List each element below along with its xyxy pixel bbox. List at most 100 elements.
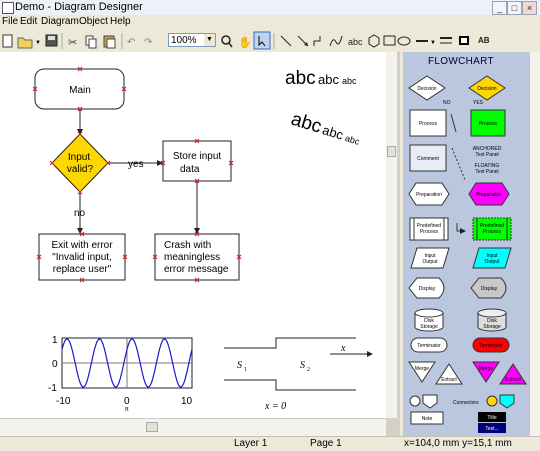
svg-text:✋: ✋	[238, 36, 252, 49]
palette-process-colored-label: Process	[479, 121, 498, 127]
connector-tool-icon[interactable]	[313, 36, 321, 46]
menu-bar: File Edit Diagram Object Help	[0, 15, 540, 30]
x0-label: x = 0	[264, 401, 286, 412]
palette-connector-colored[interactable]	[486, 395, 498, 407]
horizontal-scrollbar[interactable]	[0, 418, 386, 437]
palette-display-colored-label: Display	[481, 286, 498, 292]
ellipse-tool-icon[interactable]	[397, 36, 411, 46]
freehand-tool-icon[interactable]	[329, 35, 343, 47]
hand-icon[interactable]: ✋	[238, 36, 252, 49]
menu-object[interactable]: Object	[79, 16, 108, 27]
line-width-icon[interactable]: ▼	[416, 40, 436, 46]
minimize-button[interactable]: _	[492, 1, 507, 15]
zoom-icon[interactable]	[221, 35, 233, 48]
svg-text:✂: ✂	[68, 37, 77, 49]
palette-extract-label: Extract	[441, 377, 457, 383]
line-style-icon[interactable]	[440, 37, 452, 44]
svg-text:abc: abc	[289, 109, 324, 138]
drawing-canvas[interactable]: Main Input valid? yes Store input data n…	[0, 52, 387, 418]
copy-icon[interactable]	[85, 35, 97, 49]
menu-file[interactable]: File	[2, 16, 18, 27]
palette-anchored-label-2: Text Panel	[475, 152, 498, 158]
palette-preparation-label: Preparation	[416, 192, 442, 198]
status-bar: Layer 1 Page 1 x=104,0 mm y=15,1 mm	[0, 436, 540, 451]
save-icon[interactable]	[45, 34, 58, 47]
svg-text:abc: abc	[348, 37, 363, 47]
horizontal-scroll-thumb[interactable]	[146, 422, 158, 432]
palette-connector[interactable]	[409, 395, 421, 407]
maximize-button[interactable]: □	[507, 1, 522, 15]
palette-comment-label: Comment	[417, 156, 439, 162]
decision-label-2: valid?	[67, 164, 94, 175]
palette-merge-colored[interactable]	[472, 361, 500, 383]
channel-diagram[interactable]: x S 1 S 2 x = 0	[224, 337, 373, 412]
text-tool-icon[interactable]: abc	[348, 37, 363, 47]
s2-label: S	[300, 360, 305, 371]
palette-offpage-connector-colored[interactable]	[499, 394, 515, 409]
palette-scrollbar[interactable]	[530, 52, 540, 436]
status-coords: x=104,0 mm y=15,1 mm	[404, 438, 512, 449]
new-icon[interactable]	[2, 34, 13, 48]
text-sample-straight[interactable]: abc abc abc	[285, 68, 357, 89]
decision-node[interactable]	[51, 133, 109, 193]
exit-label-3: replace user"	[53, 264, 112, 275]
cut-icon[interactable]: ✂	[68, 37, 77, 49]
main-label: Main	[69, 85, 91, 96]
palette-no-label: NO	[443, 100, 451, 106]
close-button[interactable]: ×	[522, 1, 537, 15]
open-icon[interactable]: ▼	[17, 37, 41, 49]
menu-help[interactable]: Help	[110, 16, 131, 27]
rectangle-tool-icon[interactable]	[383, 35, 396, 46]
undo-icon[interactable]: ↶	[127, 37, 135, 48]
redo-icon[interactable]: ↷	[144, 37, 153, 48]
s1-label: S	[237, 360, 242, 371]
palette-disk-colored-label-2: Storage	[483, 324, 501, 330]
s2-sub: 2	[307, 367, 310, 373]
svg-text:abc: abc	[321, 122, 346, 143]
svg-text:abc: abc	[318, 72, 339, 87]
line-tool-icon[interactable]	[280, 35, 292, 47]
palette-floating-label-2: Text Panel	[475, 169, 498, 175]
vertical-scrollbar[interactable]	[386, 52, 397, 418]
crash-label-2: meaningless	[164, 252, 220, 263]
zoom-dropdown-arrow[interactable]: ▼	[204, 34, 215, 46]
palette-predefined-colored-label-2: Process	[483, 229, 502, 235]
select-tool-icon[interactable]	[253, 31, 271, 50]
svg-text:↷: ↷	[144, 37, 153, 48]
menu-edit[interactable]: Edit	[20, 16, 37, 27]
svg-text:AB: AB	[478, 36, 490, 45]
x-sub-label: π	[125, 406, 129, 413]
palette-process-label: Process	[419, 121, 438, 127]
crash-label-3: error message	[164, 264, 229, 275]
palette-merge[interactable]	[408, 361, 436, 383]
status-layer: Layer 1	[234, 438, 268, 449]
palette-connectors-label: Connectors	[453, 400, 479, 406]
sine-plot[interactable]: 1 0 -1 -10 0 10 π	[48, 335, 193, 413]
palette-decision-colored-label: Decision	[477, 86, 496, 92]
svg-text:▼: ▼	[35, 40, 41, 46]
crash-label-1: Crash with	[164, 240, 211, 251]
y-tick-0: 0	[52, 359, 58, 370]
palette-terminator-colored-label: Terminator	[479, 343, 503, 349]
text-sample-rotated[interactable]: abc abc abc	[289, 109, 364, 150]
y-tick-1: 1	[52, 335, 58, 346]
svg-text:↶: ↶	[127, 37, 135, 48]
x-tick-neg10: -10	[56, 396, 71, 407]
palette-merge-label: Merge	[415, 366, 429, 372]
paste-icon[interactable]	[103, 35, 116, 49]
fill-icon[interactable]	[459, 36, 469, 45]
decision-label-1: Input	[68, 152, 90, 163]
palette-offpage-connector[interactable]	[422, 394, 438, 409]
palette-note-label: Note	[422, 416, 433, 422]
palette-predefined-label-2: Process	[420, 229, 439, 235]
palette-decision-label: Decision	[417, 86, 436, 92]
toolbar-icons: ▼ ✂ ↶ ↷ ✋ abc ▼ AB	[2, 31, 490, 50]
polygon-tool-icon[interactable]	[368, 34, 380, 48]
palette-display-label: Display	[419, 286, 436, 292]
menu-diagram[interactable]: Diagram	[41, 16, 79, 27]
vertical-scroll-thumb[interactable]	[387, 146, 396, 157]
font-icon[interactable]: AB	[478, 36, 490, 45]
title-bar: Demo - Diagram Designer _ □ ×	[0, 0, 540, 16]
arrow-tool-icon[interactable]	[297, 35, 309, 47]
svg-text:abc: abc	[342, 76, 357, 86]
